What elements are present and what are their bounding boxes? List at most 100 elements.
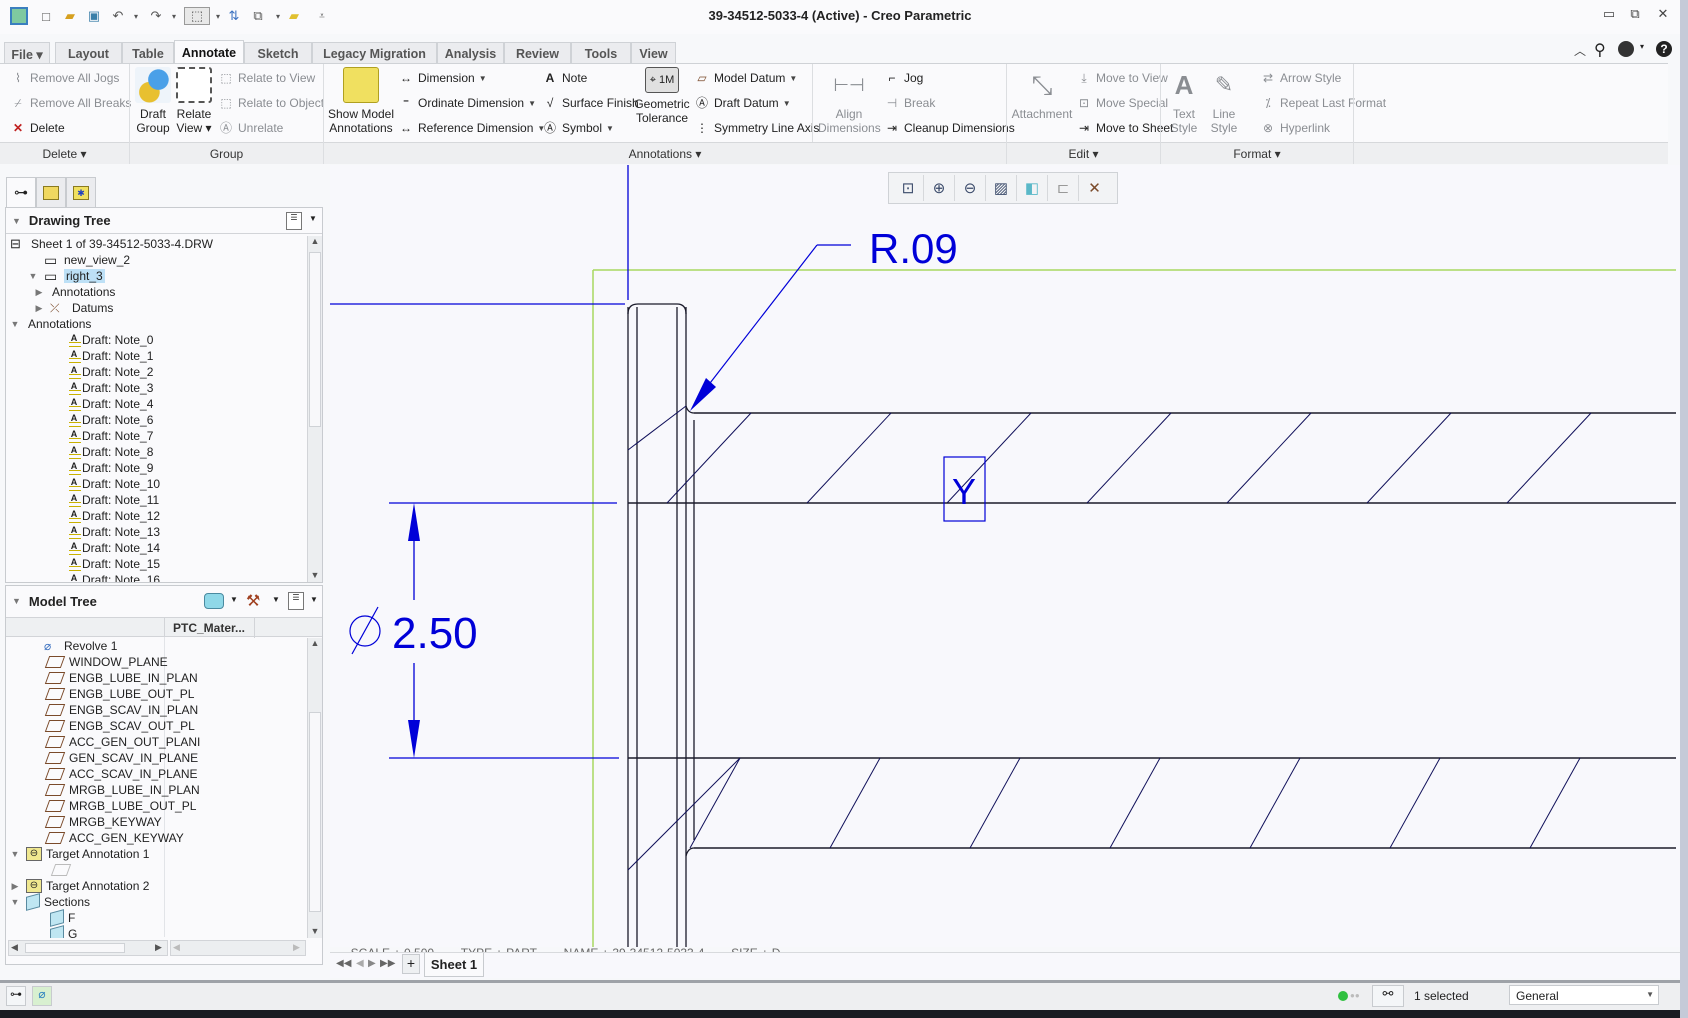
hscroll-thumb[interactable] [25,943,125,953]
move-to-view-button[interactable]: ⤓ Move to View [1076,67,1167,89]
collapse-arrow-icon[interactable]: ▼ [28,271,38,281]
annotation-display-icon[interactable]: ⊏ [1048,175,1079,201]
tree-settings-icon[interactable]: ☰ [288,592,304,610]
tree-item[interactable]: ▶ ⊖ Target Annotation 2 [6,878,149,894]
tree-item[interactable]: A Draft: Note_4 [6,396,153,412]
tree-item[interactable]: ENGB_SCAV_OUT_PL [6,718,195,734]
relate-view-button[interactable]: Relate View ▾ [174,67,214,135]
unrelate-button[interactable]: Ⓐ Unrelate [218,117,283,139]
tree-settings-dropdown-icon[interactable]: ▼ [309,214,317,223]
attachment-button[interactable]: ⤡ Attachment [1010,67,1074,121]
model-tree-hscrollbar[interactable]: ◀ ▶ [8,940,168,956]
prev-sheet-icon[interactable]: ◀ [356,958,364,969]
filter-dropdown-icon[interactable]: ▼ [1646,990,1654,999]
minimize-button[interactable]: ▭ [1598,6,1620,24]
tab-tree[interactable]: ⊶ [6,177,36,207]
column-hscrollbar[interactable]: ◀ ▶ [170,940,306,956]
collapse-arrow-icon[interactable]: ▼ [10,319,20,329]
draft-datum-dropdown-icon[interactable]: ▼ [783,99,791,108]
remove-all-breaks-button[interactable]: ⌿ Remove All Breaks [10,92,131,114]
hyperlink-button[interactable]: ⊗ Hyperlink [1260,117,1330,139]
show-dropdown-icon[interactable]: ▼ [230,595,238,604]
geometric-tolerance-button[interactable]: ⌖ 1M Geometric Tolerance [634,67,690,125]
browser-toggle-icon[interactable]: ⌀ [32,986,52,1006]
tree-item[interactable]: A Draft: Note_16 [6,572,160,582]
tree-item[interactable]: ▼ ⊖ Target Annotation 1 [6,846,149,862]
column-divider[interactable] [164,618,165,638]
scroll-up-icon[interactable]: ▲ [308,236,322,250]
tree-settings-icon[interactable]: ☰ [286,212,302,230]
tree-item[interactable]: A Draft: Note_13 [6,524,160,540]
surface-finish-button[interactable]: √ Surface Finish [542,92,639,114]
tree-item[interactable]: A Draft: Note_10 [6,476,160,492]
draft-datum-button[interactable]: Ⓐ Draft Datum ▼ [694,92,791,114]
reference-dimension-button[interactable]: ↔ Reference Dimension ▼ [398,117,545,139]
zoom-out-icon[interactable]: ⊖ [955,175,986,201]
show-model-annotations-button[interactable]: Show Model Annotations [326,67,396,135]
drawing-canvas[interactable]: 2.50 R.09 Y [330,165,1680,947]
close-button[interactable]: ✕ [1652,6,1674,24]
scroll-up-icon[interactable]: ▲ [308,638,322,652]
cleanup-dimensions-button[interactable]: ⇥ Cleanup Dimensions [884,117,1015,139]
move-special-button[interactable]: ⊡ Move Special [1076,92,1168,114]
find-button[interactable]: ⚯ [1372,985,1404,1007]
last-sheet-icon[interactable]: ▶▶ [380,958,395,969]
learning-dropdown-icon[interactable]: ▾ [1640,42,1644,51]
tree-item[interactable]: ▼ ▭ right_3 [6,268,105,284]
tree-item[interactable]: WINDOW_PLANE [6,654,168,670]
minimize-ribbon-icon[interactable]: ︿ [1574,42,1586,59]
scroll-left-icon[interactable]: ◀ [173,942,180,953]
tree-item[interactable]: A Draft: Note_12 [6,508,160,524]
break-button[interactable]: ⊣ Break [884,92,936,114]
scroll-thumb[interactable] [309,252,321,427]
tree-item[interactable]: G [6,925,77,938]
collapse-icon[interactable]: ▼ [12,216,21,226]
tab-tools[interactable]: Tools [571,42,631,64]
text-style-button[interactable]: A Text Style [1164,67,1204,135]
edit-group-label[interactable]: Edit ▾ [1007,142,1160,164]
show-icon[interactable] [204,593,224,609]
annotations-group-label[interactable]: Annotations ▾ [324,142,1006,164]
first-sheet-icon[interactable]: ◀◀ [336,958,351,969]
tree-item[interactable]: A Draft: Note_6 [6,412,153,428]
tree-item[interactable]: ACC_GEN_OUT_PLANI [6,734,200,750]
datum-display-icon[interactable]: ✕ [1079,175,1110,201]
tools-dropdown-icon[interactable]: ▼ [272,595,280,604]
model-datum-dropdown-icon[interactable]: ▼ [789,74,797,83]
tree-item[interactable]: ▼ Annotations [6,316,92,332]
tree-item[interactable]: F [6,909,75,927]
drawing-view[interactable]: 2.50 R.09 Y [330,165,1680,947]
delete-group-label[interactable]: Delete ▾ [0,142,129,164]
dimension-button[interactable]: ↔ Dimension ▼ [398,67,487,89]
draft-group-button[interactable]: Draft Group [134,67,172,135]
column-divider[interactable] [254,618,255,638]
tab-analysis[interactable]: Analysis [437,42,504,64]
symbol-button[interactable]: Ⓐ Symbol ▼ [542,117,614,139]
remove-all-jogs-button[interactable]: ⌇ Remove All Jogs [10,67,119,89]
refit-icon[interactable]: ⊡ [893,175,924,201]
dimension-dropdown-icon[interactable]: ▼ [479,74,487,83]
jog-button[interactable]: ⌐ Jog [884,67,923,89]
expand-arrow-icon[interactable]: ▶ [10,881,20,892]
tab-folder-browser[interactable] [36,177,66,207]
tree-item[interactable]: ENGB_SCAV_IN_PLAN [6,702,198,718]
scroll-right-icon[interactable]: ▶ [155,942,162,953]
tree-item[interactable]: A Draft: Note_1 [6,348,153,364]
add-sheet-button[interactable]: + [402,954,420,974]
format-group-label[interactable]: Format ▾ [1161,142,1353,164]
relate-to-object-button[interactable]: ⬚ Relate to Object [218,92,324,114]
tree-settings-dropdown-icon[interactable]: ▼ [310,595,318,604]
tree-item[interactable]: ENGB_LUBE_OUT_PL [6,686,194,702]
collapse-arrow-icon[interactable]: ▼ [10,897,20,907]
tab-annotate[interactable]: Annotate [174,40,244,64]
ordinate-dropdown-icon[interactable]: ▼ [528,99,536,108]
scroll-left-icon[interactable]: ◀ [11,942,18,953]
tree-item[interactable]: ▼ Sections [6,893,90,911]
tree-item[interactable] [6,862,75,878]
repeat-last-format-button[interactable]: ⁒ Repeat Last Format [1260,92,1386,114]
ordinate-dimension-button[interactable]: ⁼ Ordinate Dimension ▼ [398,92,536,114]
tab-view[interactable]: View [631,42,676,64]
tree-item[interactable]: ⊟ Sheet 1 of 39-34512-5033-4.DRW [6,236,213,252]
collapse-icon[interactable]: ▼ [12,596,21,606]
tree-item[interactable]: A Draft: Note_15 [6,556,160,572]
